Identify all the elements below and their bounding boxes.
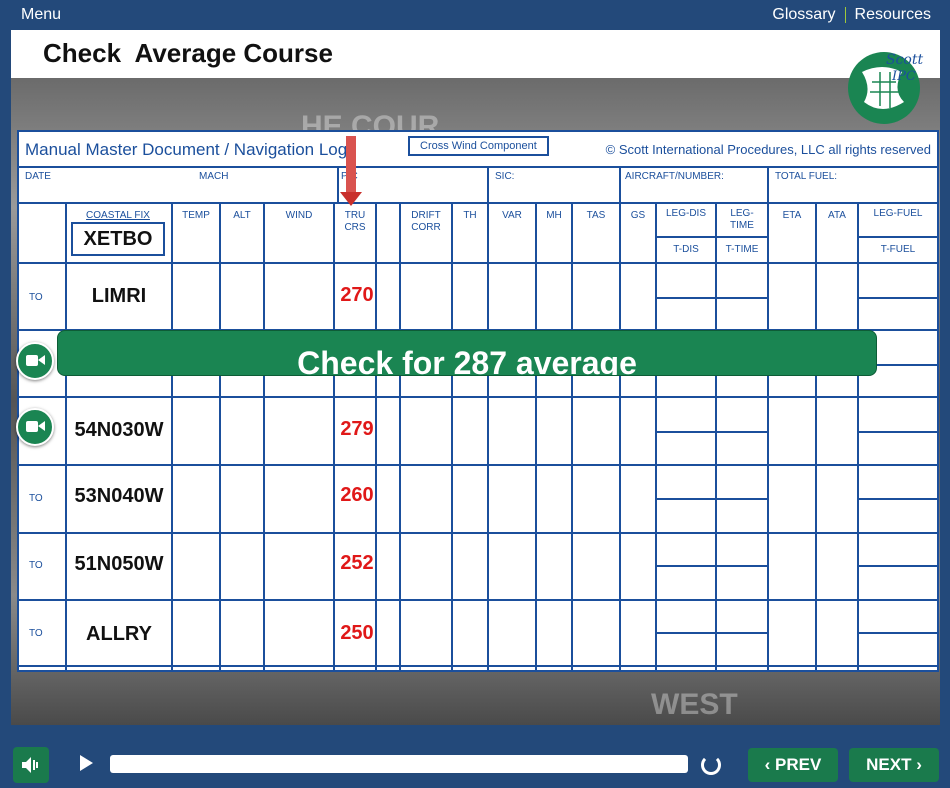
slide-area: Check Average Course HE COUR WEST Scott … [11,30,940,725]
slide-title: Check Average Course [43,38,333,68]
sic-label: SIC: [495,171,515,182]
true-course-value: 260 [340,484,374,506]
col-tru: TRU [344,210,366,221]
col-coastal-fix: COASTAL FIX [86,210,150,221]
col-mh: MH [546,210,562,221]
col-temp: TEMP [182,210,210,221]
menu-link[interactable]: Menu [21,6,61,24]
col-wind: WIND [285,210,313,221]
col-th: TH [463,210,477,221]
resources-link[interactable]: Resources [855,6,931,24]
col-t-dis: T-DIS [673,244,699,255]
banner-text: Check for 287 average [297,345,637,376]
row-to-label: TO [29,628,43,639]
pointer-arrow [340,136,362,206]
aircraft-label: AIRCRAFT/NUMBER: [625,171,724,182]
fix-name: 54N030W [74,419,164,441]
scott-ipc-logo: Scott IPC [848,52,923,124]
top-bar: Menu Glossary Resources [0,0,950,30]
watermark-bottom: WEST [651,688,738,721]
svg-text:Scott: Scott [886,52,923,68]
glossary-link[interactable]: Glossary [772,6,835,24]
instruction-banner: Check for 287 average [57,330,877,376]
cross-wind-label: Cross Wind Component [408,136,549,156]
row-to-label: TO [29,560,43,571]
col-gs: GS [630,210,646,221]
col-crs: CRS [344,222,366,233]
col-t-time: T-TIME [725,244,759,255]
replay-icon[interactable] [701,755,721,775]
fix-name: ALLRY [86,623,152,645]
speaker-icon [22,757,38,773]
col-corr: CORR [411,222,441,233]
progress-bar[interactable] [110,755,688,773]
svg-text:IPC: IPC [891,69,916,84]
col-leg-dis: LEG-DIS [665,208,706,219]
fix-name: LIMRI [91,285,147,307]
next-button[interactable]: NEXT › [849,748,939,782]
col-t-fuel: T-FUEL [880,244,916,255]
chevron-right-icon: › [911,755,922,774]
audio-button[interactable] [13,747,49,783]
flight-info-row: DATE MACH PIC SIC: AIRCRAFT/NUMBER: TOTA… [19,168,937,204]
true-course-value: 270 [340,284,374,306]
col-eta: ETA [782,210,802,221]
navigation-log-document: Manual Master Document / Navigation Log … [17,130,939,672]
date-label: DATE [25,171,51,182]
prev-label: PREV [775,755,822,774]
document-title: Manual Master Document / Navigation Log [25,140,348,159]
col-drift: DRIFT [411,210,441,221]
col-ata: ATA [828,210,846,221]
row-to-label: TO [29,493,43,504]
video-camera-icon[interactable] [16,408,54,446]
col-alt: ALT [233,210,251,221]
next-label: NEXT [866,755,912,774]
row-to-label: TO [29,292,43,303]
col-tas: TAS [586,210,606,221]
video-camera-icon[interactable] [16,342,54,380]
true-course-value: 279 [340,418,374,440]
col-var: VAR [502,210,522,221]
document-header: Manual Master Document / Navigation Log … [19,132,937,168]
copyright-text: © Scott International Procedures, LLC al… [605,142,931,157]
col-leg-time-1: LEG- [730,208,754,219]
chevron-left-icon: ‹ [764,755,776,774]
divider [844,7,846,23]
start-fix: XETBO [71,222,165,256]
true-course-value: 250 [340,622,374,644]
prev-button[interactable]: ‹ PREV [748,748,838,782]
col-leg-time-2: TIME [730,220,754,231]
fix-name: 51N050W [74,553,164,575]
true-course-value: 252 [340,552,374,574]
mach-label: MACH [199,171,229,182]
play-icon[interactable] [80,755,93,771]
player-controls: ‹ PREV NEXT › [0,735,950,788]
col-leg-fuel: LEG-FUEL [873,208,923,219]
fix-name: 53N040W [74,485,164,507]
fuel-label: TOTAL FUEL: [775,171,838,182]
